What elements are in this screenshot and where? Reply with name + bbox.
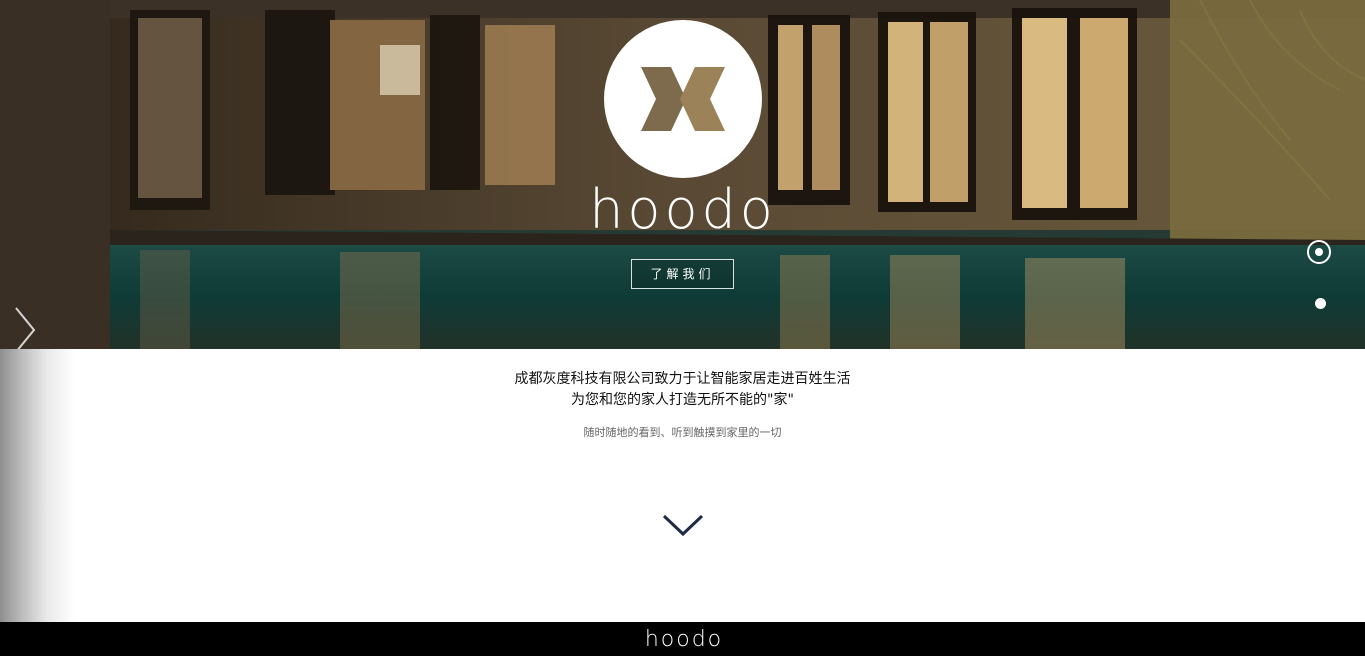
- intro-line-2: 为您和您的家人打造无所不能的"家": [571, 392, 794, 408]
- about-us-button[interactable]: 了解我们: [631, 259, 734, 289]
- slide-indicator[interactable]: [1315, 298, 1326, 309]
- brand-wordmark: hoodo: [589, 180, 777, 236]
- chevron-down-icon[interactable]: [662, 512, 704, 538]
- hero-banner: hoodo 了解我们: [0, 0, 1365, 349]
- intro-subtitle: 随时随地的看到、听到触摸到家里的一切: [583, 426, 782, 439]
- svg-text:hoodo: hoodo: [589, 180, 777, 236]
- footer-logo: hoodo: [645, 628, 723, 650]
- arrow-left-icon[interactable]: [8, 306, 44, 349]
- intro-line-1: 成都灰度科技有限公司致力于让智能家居走进百姓生活: [514, 371, 851, 387]
- hoodo-x-icon: [641, 67, 725, 131]
- svg-text:hoodo: hoodo: [645, 628, 723, 650]
- footer: hoodo: [0, 622, 1365, 656]
- hoodo-logo-mark: [604, 20, 762, 178]
- slide-indicator-active[interactable]: [1307, 240, 1331, 264]
